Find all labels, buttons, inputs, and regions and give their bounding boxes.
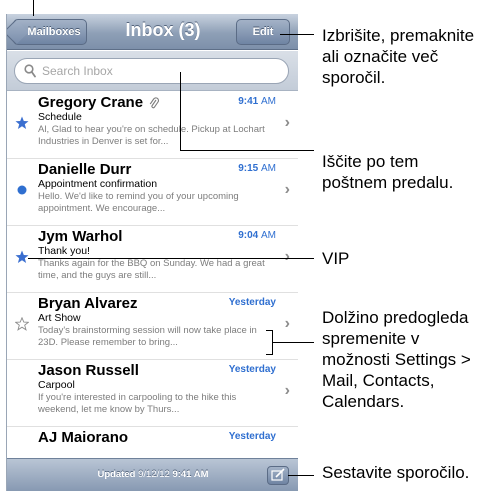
message-time: 9:41 AM	[238, 96, 276, 107]
message-subject: Carpool	[38, 379, 75, 391]
callout-line-mailboxes	[33, 0, 34, 16]
callout-line-preview-b	[266, 354, 273, 355]
vip-star-icon	[15, 250, 29, 263]
callout-line-edit	[280, 34, 314, 35]
callout-search: Iščite po tem poštnem predalu.	[322, 152, 454, 192]
message-sender: Jym Warhol	[38, 228, 123, 245]
message-preview: If you're interested in carpooling to th…	[38, 392, 237, 415]
callout-line-compose	[288, 475, 314, 476]
chevron-right-icon: ›	[284, 382, 290, 399]
message-subject: Schedule	[38, 111, 82, 123]
message-subject: Art Show	[38, 312, 81, 324]
callout-line-preview-h	[272, 342, 314, 343]
compose-icon	[271, 468, 285, 481]
message-sender: Danielle Durr	[38, 161, 132, 178]
mailboxes-back-label: Mailboxes	[27, 26, 81, 38]
message-preview: Hello. We'd like to remind you of your u…	[38, 191, 239, 214]
message-sender: AJ Maiorano	[38, 429, 129, 446]
message-row[interactable]: Gregory Crane 9:41 AM Schedule Al, Glad …	[7, 92, 298, 159]
message-sender: Jason Russell	[38, 362, 139, 379]
navigation-bar: Mailboxes Inbox (3) Edit	[7, 14, 298, 50]
updated-status: Updated 9/12/12 9:41 AM	[97, 469, 209, 480]
star-outline-icon[interactable]	[15, 317, 29, 331]
callout-line-preview-t	[266, 330, 273, 331]
message-sender: Bryan Alvarez	[38, 295, 138, 312]
search-bar: Search Inbox	[7, 51, 298, 91]
chevron-right-icon: ›	[284, 248, 290, 265]
edit-button[interactable]: Edit	[236, 19, 290, 45]
message-time: 9:15 AM	[238, 163, 276, 174]
message-subject: Thank you!	[38, 245, 90, 257]
callout-edit: Izbrišite, premaknite ali označite več s…	[322, 26, 475, 87]
message-time: Yesterday	[228, 431, 276, 442]
message-preview: Today's brainstorming session will now t…	[38, 325, 257, 348]
bottom-toolbar: Updated 9/12/12 9:41 AM	[7, 458, 298, 491]
chevron-right-icon: ›	[284, 181, 290, 198]
mailboxes-back-button[interactable]: Mailboxes	[13, 19, 87, 45]
message-time: Yesterday	[228, 297, 276, 308]
callout-preview: Dolžino predogleda spremenite v možnosti…	[322, 308, 471, 411]
message-list: Gregory Crane 9:41 AM Schedule Al, Glad …	[7, 92, 298, 491]
message-row[interactable]: Bryan Alvarez Yesterday Art Show Today's…	[7, 293, 298, 360]
message-row[interactable]: Danielle Durr 9:15 AM Appointment confir…	[7, 159, 298, 226]
vip-star-icon	[15, 116, 29, 129]
message-row[interactable]: Jason Russell Yesterday Carpool If you'r…	[7, 360, 298, 427]
message-time: Yesterday	[228, 364, 276, 375]
message-row[interactable]: Jym Warhol 9:04 AM Thank you! Thanks aga…	[7, 226, 298, 293]
callout-vip: VIP	[322, 249, 350, 268]
search-input[interactable]: Search Inbox	[14, 58, 289, 84]
chevron-right-icon: ›	[284, 114, 290, 131]
callout-compose: Sestavite sporočilo.	[322, 463, 470, 482]
message-preview: Thanks again for the BBQ on Sunday. We h…	[38, 258, 265, 281]
message-time: 9:04 AM	[238, 230, 276, 241]
unread-dot-icon	[17, 185, 27, 195]
inbox-title: Inbox (3)	[125, 20, 201, 40]
callout-line-search-h	[180, 150, 314, 151]
paperclip-icon	[149, 97, 160, 109]
message-preview: Al, Glad to hear you're on schedule. Pic…	[38, 124, 265, 147]
chevron-right-icon: ›	[284, 315, 290, 332]
search-icon	[24, 64, 36, 78]
search-placeholder: Search Inbox	[42, 64, 113, 78]
callout-line-vip	[28, 258, 314, 259]
compose-button[interactable]	[267, 466, 289, 485]
callout-line-search-v	[180, 72, 181, 150]
message-subject: Appointment confirmation	[38, 178, 158, 190]
message-sender: Gregory Crane	[38, 94, 160, 111]
mail-screen: Mailboxes Inbox (3) Edit Search Inbox Gr…	[6, 14, 298, 491]
